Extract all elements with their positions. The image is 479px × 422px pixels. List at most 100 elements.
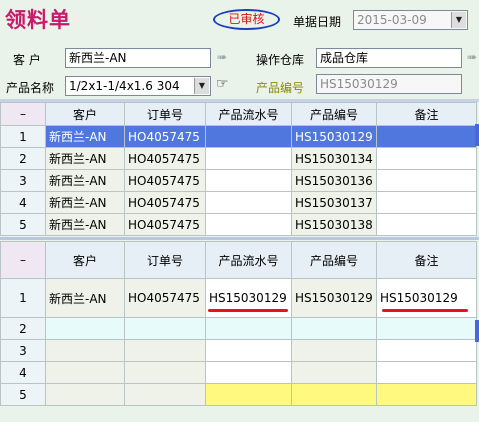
scrollbar-thumb[interactable] [475, 320, 479, 342]
cell-code[interactable] [291, 339, 377, 362]
row-number[interactable]: 1 [0, 278, 46, 318]
column-header-order[interactable]: 订单号 [124, 241, 206, 279]
cell-serial[interactable] [205, 169, 292, 192]
chevron-down-icon[interactable]: ▼ [451, 12, 466, 28]
cell-code[interactable] [291, 361, 377, 384]
cell-order[interactable] [124, 383, 206, 406]
table-row[interactable]: 4 新西兰-AN HO4057475 HS15030137 [0, 191, 477, 214]
cell-code[interactable]: HS15030134 [291, 147, 377, 170]
column-header-code[interactable]: 产品编号 [291, 241, 377, 279]
cell-customer[interactable]: 新西兰-AN [45, 125, 125, 148]
cell-customer[interactable] [45, 317, 125, 340]
cell-order[interactable]: HO4057475 [124, 147, 206, 170]
page-title: 领料单 [5, 7, 71, 32]
cell-code[interactable] [291, 317, 377, 340]
row-number[interactable]: 1 [0, 125, 46, 148]
cell-serial[interactable] [205, 383, 292, 406]
cell-customer[interactable]: 新西兰-AN [45, 169, 125, 192]
cell-order[interactable] [124, 339, 206, 362]
row-number[interactable]: 2 [0, 147, 46, 170]
column-header-note[interactable]: 备注 [376, 102, 477, 126]
cell-order[interactable]: HO4057475 [124, 125, 206, 148]
cell-customer[interactable] [45, 383, 125, 406]
cell-customer[interactable]: 新西兰-AN [45, 191, 125, 214]
cell-note[interactable] [376, 213, 477, 236]
customer-label: 客 户 [13, 53, 41, 67]
table-row[interactable]: 4 [0, 361, 477, 384]
cell-code[interactable]: HS15030129 [291, 278, 377, 318]
date-value: 2015-03-09 [357, 13, 427, 27]
table-row[interactable]: 1 新西兰-AN HO4057475 HS15030129 [0, 125, 477, 148]
customer-field[interactable]: 新西兰-AN [65, 48, 211, 68]
cell-note[interactable] [376, 317, 477, 340]
cell-customer[interactable]: 新西兰-AN [45, 147, 125, 170]
cell-customer[interactable]: 新西兰-AN [45, 278, 125, 318]
cell-code[interactable] [291, 383, 377, 406]
table-row[interactable]: 2 新西兰-AN HO4057475 HS15030134 [0, 147, 477, 170]
warehouse-label: 操作仓库 [256, 53, 305, 67]
cell-code[interactable]: HS15030136 [291, 169, 377, 192]
warehouse-field[interactable]: 成品仓库 [316, 48, 462, 68]
row-number[interactable]: 3 [0, 339, 46, 362]
product-name-select[interactable]: 1/2x1-1/4x1.6 304 ▼ [65, 76, 211, 96]
cell-order[interactable] [124, 361, 206, 384]
grid-header: – 客户 订单号 产品流水号 产品编号 备注 [0, 241, 477, 279]
table-row[interactable]: 5 [0, 383, 477, 406]
cell-note[interactable] [376, 339, 477, 362]
table-row[interactable]: 5 新西兰-AN HO4057475 HS15030138 [0, 213, 477, 236]
cell-note[interactable] [376, 147, 477, 170]
cell-serial[interactable] [205, 213, 292, 236]
cell-note[interactable] [376, 383, 477, 406]
cell-note[interactable] [376, 191, 477, 214]
section-divider [0, 237, 479, 240]
cell-customer[interactable]: 新西兰-AN [45, 213, 125, 236]
cell-code[interactable]: HS15030137 [291, 191, 377, 214]
chevron-down-icon[interactable]: ▼ [194, 78, 209, 94]
cell-serial[interactable] [205, 125, 292, 148]
cell-serial[interactable] [205, 361, 292, 384]
table-row[interactable]: 3 [0, 339, 477, 362]
product-name-value: 1/2x1-1/4x1.6 304 [69, 79, 180, 93]
cell-order[interactable]: HO4057475 [124, 191, 206, 214]
table-row[interactable]: 3 新西兰-AN HO4057475 HS15030136 [0, 169, 477, 192]
cell-customer[interactable] [45, 361, 125, 384]
column-header-order[interactable]: 订单号 [124, 102, 206, 126]
cell-code[interactable]: HS15030129 [291, 125, 377, 148]
cell-note[interactable] [376, 125, 477, 148]
cell-customer[interactable] [45, 339, 125, 362]
row-number[interactable]: 4 [0, 191, 46, 214]
row-number[interactable]: 2 [0, 317, 46, 340]
bottom-grid: – 客户 订单号 产品流水号 产品编号 备注 1 新西兰-AN HO405747… [0, 241, 477, 406]
cell-note[interactable] [376, 361, 477, 384]
annotation-underline [382, 309, 468, 312]
cell-code[interactable]: HS15030138 [291, 213, 377, 236]
column-header-code[interactable]: 产品编号 [291, 102, 377, 126]
cell-note[interactable] [376, 169, 477, 192]
annotation-underline [208, 309, 288, 312]
row-number[interactable]: 5 [0, 383, 46, 406]
cell-serial[interactable] [205, 191, 292, 214]
cell-order[interactable]: HO4057475 [124, 213, 206, 236]
column-header-customer[interactable]: 客户 [45, 241, 125, 279]
grid-corner[interactable]: – [0, 102, 46, 126]
column-header-customer[interactable]: 客户 [45, 102, 125, 126]
column-header-serial[interactable]: 产品流水号 [205, 241, 292, 279]
product-code-field: HS15030129 [316, 74, 462, 94]
column-header-serial[interactable]: 产品流水号 [205, 102, 292, 126]
cell-order[interactable]: HO4057475 [124, 169, 206, 192]
cell-serial[interactable] [205, 317, 292, 340]
grid-corner[interactable]: – [0, 241, 46, 279]
row-number[interactable]: 3 [0, 169, 46, 192]
cell-serial[interactable] [205, 339, 292, 362]
scrollbar-thumb[interactable] [475, 124, 479, 146]
row-number[interactable]: 4 [0, 361, 46, 384]
column-header-note[interactable]: 备注 [376, 241, 477, 279]
cell-order[interactable] [124, 317, 206, 340]
pointing-hand-icon[interactable]: ☞ [216, 76, 229, 92]
cell-serial[interactable] [205, 147, 292, 170]
arrow-right-icon: ➠ [467, 50, 478, 64]
date-field[interactable]: 2015-03-09 ▼ [353, 10, 468, 30]
table-row[interactable]: 2 [0, 317, 477, 340]
row-number[interactable]: 5 [0, 213, 46, 236]
cell-order[interactable]: HO4057475 [124, 278, 206, 318]
